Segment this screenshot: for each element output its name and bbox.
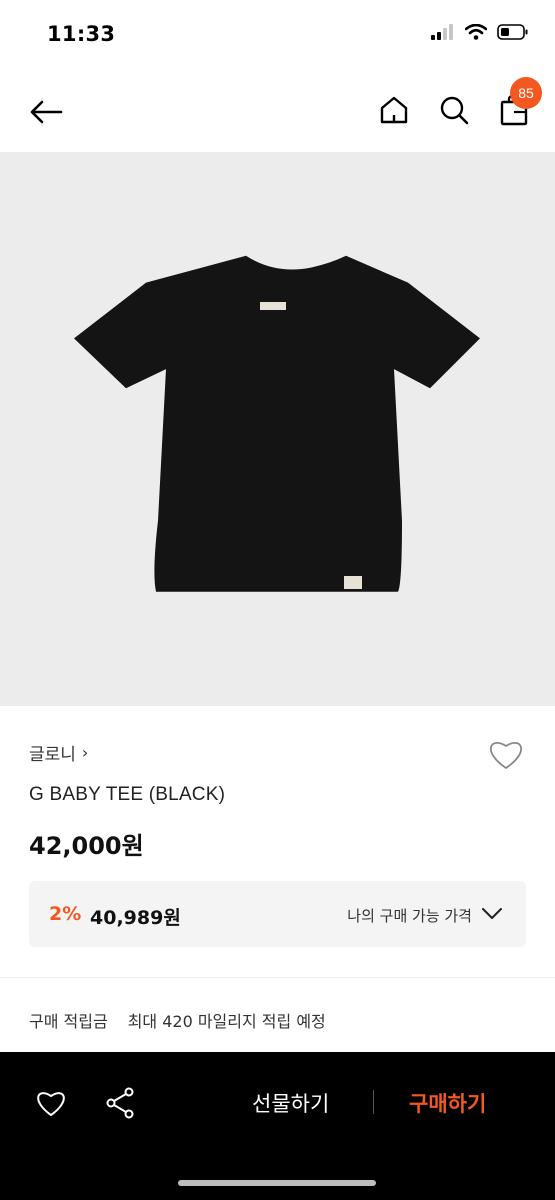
wifi-icon (464, 23, 488, 44)
section-divider (0, 977, 555, 978)
buy-button[interactable]: 구매하기 (409, 1088, 486, 1118)
product-price: 42,000원 (29, 832, 144, 860)
cellular-signal-icon (431, 24, 455, 44)
back-arrow-icon[interactable] (26, 92, 66, 132)
my-price-label: 나의 구매 가능 가격 (347, 907, 472, 925)
chevron-right-icon: › (81, 743, 89, 762)
points-row: 구매 적립금 최대 420 마일리지 적립 예정 (29, 1008, 326, 1032)
points-value: 최대 420 마일리지 적립 예정 (127, 1012, 326, 1031)
brand-link[interactable]: 글로니 › (29, 740, 88, 765)
status-bar: 11:33 (0, 0, 555, 70)
product-title: G BABY TEE (BLACK) (29, 784, 226, 805)
nav-bar (0, 70, 555, 152)
wishlist-heart-icon[interactable] (486, 735, 526, 773)
status-icons (431, 23, 529, 44)
bottom-action-bar: 선물하기 구매하기 (0, 1052, 555, 1200)
home-indicator (178, 1180, 376, 1186)
t-shirt-illustration (73, 255, 480, 592)
brand-name: 글로니 (29, 745, 76, 765)
cart-count-badge: 85 (510, 77, 542, 109)
product-image[interactable] (0, 152, 555, 706)
battery-icon (497, 24, 529, 44)
points-label: 구매 적립금 (29, 1012, 108, 1031)
discount-rate: 2% (49, 903, 82, 925)
button-divider (373, 1090, 374, 1114)
search-icon[interactable] (435, 90, 473, 130)
heart-icon[interactable] (33, 1085, 69, 1121)
status-time: 11:33 (47, 22, 116, 46)
share-icon[interactable] (102, 1085, 138, 1121)
chevron-down-icon (480, 903, 504, 925)
my-price-dropdown[interactable]: 2% 40,989원 나의 구매 가능 가격 (29, 881, 526, 947)
home-icon[interactable] (376, 90, 412, 130)
gift-button[interactable]: 선물하기 (252, 1088, 329, 1118)
discount-price: 40,989원 (90, 907, 181, 929)
